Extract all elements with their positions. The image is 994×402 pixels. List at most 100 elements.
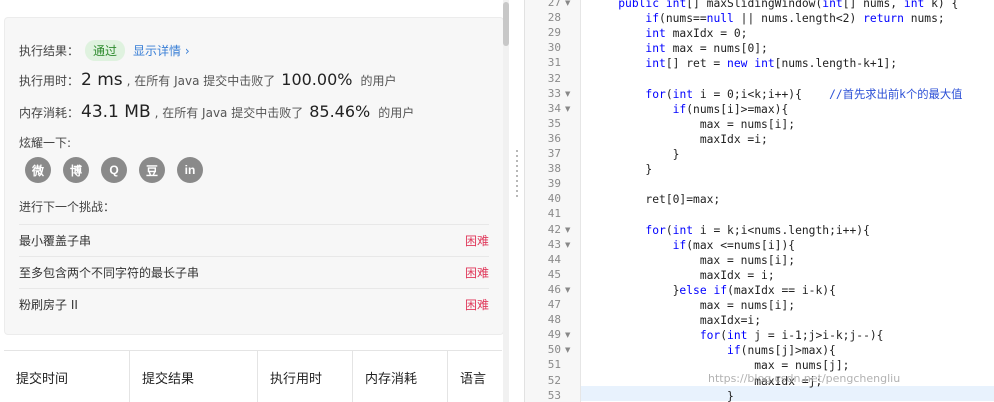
line-number: 29 [547, 26, 561, 40]
code-line[interactable]: int maxIdx = 0; [591, 26, 747, 41]
line-number: 36 [547, 131, 561, 145]
code-line[interactable]: for(int i = 0;i<k;i++){ //首先求出前k个的最大值 [591, 87, 962, 102]
fold-arrow-icon[interactable]: ▼ [565, 241, 570, 249]
next-challenge-row: 进行下一个挑战： [19, 198, 115, 215]
code-line[interactable]: } [591, 389, 734, 402]
line-number: 43 [547, 237, 561, 251]
code-line[interactable]: int[] ret = new int[nums.length-k+1]; [591, 56, 897, 71]
memory-suffix: 的用户 [378, 106, 415, 120]
line-number: 34 [547, 101, 561, 115]
code-line[interactable]: if(nums==null || nums.length<2) return n… [591, 11, 944, 26]
line-number: 44 [547, 252, 561, 266]
weibo-icon[interactable]: 博 [63, 157, 89, 183]
column-header[interactable]: 提交时间 [4, 351, 130, 402]
line-number: 32 [547, 71, 561, 85]
line-number: 47 [547, 298, 561, 311]
line-number: 46 [547, 282, 561, 296]
wechat-icon[interactable]: 微 [25, 157, 51, 183]
code-line[interactable]: max = nums[i]; [591, 298, 795, 313]
share-label: 炫耀一下: [19, 136, 72, 150]
line-number: 53 [547, 388, 561, 402]
next-challenge-label: 进行下一个挑战： [19, 200, 116, 214]
challenge-name[interactable]: 粉刷房子 II [19, 296, 78, 313]
runtime-mid: , 在所有 Java 提交中击败了 [126, 74, 276, 88]
code-line[interactable]: int max = nums[0]; [591, 41, 767, 56]
line-number: 41 [547, 207, 561, 221]
fold-arrow-icon[interactable]: ▼ [565, 90, 570, 98]
result-card: 执行结果： 通过 显示详情 › 执行用时： 2 ms , 在所有 Java 提交… [4, 17, 504, 335]
challenge-name[interactable]: 最小覆盖子串 [19, 232, 91, 249]
code-line[interactable]: maxIdx = i; [591, 268, 775, 283]
runtime-value: 2 ms [81, 70, 123, 90]
left-scrollbar[interactable] [503, 0, 509, 402]
challenge-name[interactable]: 至多包含两个不同字符的最长子串 [19, 264, 199, 281]
memory-value: 43.1 MB [81, 102, 151, 122]
code-editor[interactable]: 27 ▼ 28 29 30 31 32 33 ▼ 34 ▼ 35 36 37 38 39 40 41 42 ▼ 43 ▼ 4… [524, 0, 994, 402]
code-line[interactable]: ret[0]=max; [591, 192, 720, 207]
runtime-percent: 100.00% [281, 70, 353, 89]
line-number: 52 [547, 373, 561, 387]
result-label: 执行结果： [19, 44, 80, 58]
line-number: 30 [547, 41, 561, 55]
code-line[interactable]: public int[] maxSlidingWindow(int[] nums… [591, 0, 958, 11]
show-details-link[interactable]: 显示详情 › [133, 42, 190, 59]
code-line[interactable]: max = nums[i]; [591, 117, 795, 132]
memory-label: 内存消耗： [19, 106, 80, 120]
douban-icon[interactable]: 豆 [139, 157, 165, 183]
scrollbar-thumb[interactable] [503, 2, 509, 46]
pane-splitter[interactable] [510, 0, 524, 402]
difficulty-badge: 困难 [464, 298, 489, 312]
splitter-grip-icon[interactable] [516, 150, 518, 200]
fold-arrow-icon[interactable]: ▼ [565, 226, 570, 234]
line-number: 37 [547, 147, 561, 160]
difficulty-badge: 困难 [464, 234, 489, 248]
qq-icon[interactable]: Q [101, 157, 127, 183]
column-header[interactable]: 语言 [448, 351, 502, 402]
runtime-label: 执行用时： [19, 74, 80, 88]
code-line[interactable]: if(nums[j]>max){ [591, 343, 836, 358]
code-line[interactable]: } [591, 147, 680, 162]
status-badge: 通过 [85, 40, 126, 61]
line-number: 35 [547, 116, 561, 130]
column-header[interactable]: 内存消耗 [353, 351, 448, 402]
share-label-row: 炫耀一下: [19, 134, 71, 151]
difficulty-badge: 困难 [464, 266, 489, 280]
line-number: 42 [547, 222, 561, 236]
code-line[interactable]: maxIdx=i; [591, 313, 761, 328]
code-line[interactable]: } [591, 162, 652, 177]
line-number: 39 [547, 177, 561, 191]
share-icons: 微 博 Q 豆 in [25, 157, 203, 183]
list-item[interactable]: 粉刷房子 II 困难 [19, 288, 489, 320]
watermark: https://blog.csdn.net/pengchengliu [708, 372, 901, 385]
result-row: 执行结果： 通过 显示详情 › [19, 40, 190, 61]
column-header[interactable]: 执行用时 [258, 351, 353, 402]
fold-arrow-icon[interactable]: ▼ [565, 0, 570, 7]
line-number: 51 [547, 358, 561, 372]
linkedin-icon[interactable]: in [177, 157, 203, 183]
fold-arrow-icon[interactable]: ▼ [565, 286, 570, 294]
result-panel: 执行结果： 通过 显示详情 › 执行用时： 2 ms , 在所有 Java 提交… [0, 0, 510, 402]
fold-arrow-icon[interactable]: ▼ [565, 346, 570, 354]
line-number: 31 [547, 56, 561, 70]
code-line[interactable]: maxIdx =i; [591, 132, 768, 147]
code-line[interactable]: if(max <=nums[i]){ [591, 238, 795, 253]
fold-arrow-icon[interactable]: ▼ [565, 105, 570, 113]
line-number: 38 [547, 162, 561, 176]
line-number: 45 [547, 267, 561, 281]
code-line[interactable]: }else if(maxIdx == i-k){ [591, 283, 836, 298]
submissions-table-header: 提交时间 提交结果 执行用时 内存消耗 语言 [4, 350, 502, 402]
code-line[interactable]: max = nums[i]; [591, 253, 795, 268]
memory-row: 内存消耗： 43.1 MB , 在所有 Java 提交中击败了 85.46% 的… [19, 102, 414, 122]
code-line[interactable]: for(int i = k;i<nums.length;i++){ [591, 223, 869, 238]
list-item[interactable]: 最小覆盖子串 困难 [19, 224, 489, 256]
line-number: 50 [547, 343, 561, 357]
column-header[interactable]: 提交结果 [130, 351, 258, 402]
line-number: 48 [547, 313, 561, 327]
fold-arrow-icon[interactable]: ▼ [565, 331, 570, 339]
list-item[interactable]: 至多包含两个不同字符的最长子串 困难 [19, 256, 489, 288]
line-number: 49 [547, 328, 561, 342]
line-number: 27 [547, 0, 561, 9]
code-line[interactable]: if(nums[i]>=max){ [591, 102, 789, 117]
code-line[interactable]: for(int j = i-1;j>i-k;j--){ [591, 328, 884, 343]
line-number: 40 [547, 192, 561, 206]
